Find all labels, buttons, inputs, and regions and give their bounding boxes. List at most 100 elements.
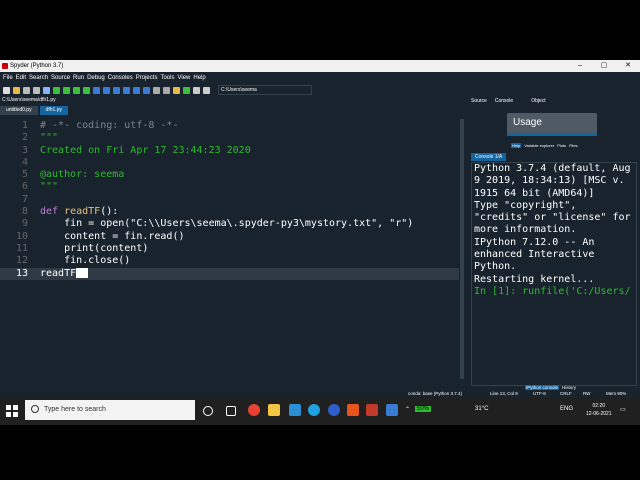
wrench-icon[interactable] xyxy=(173,86,180,94)
code-line: 7 xyxy=(21,193,28,205)
console-line: more information. xyxy=(474,224,577,236)
menu-source[interactable]: Source xyxy=(51,75,70,81)
minimize-button[interactable]: – xyxy=(568,60,592,72)
menu-projects[interactable]: Projects xyxy=(136,75,158,81)
code-line: 10 content = fin.read() xyxy=(15,230,185,242)
step-icon[interactable] xyxy=(103,86,110,94)
notification-icon[interactable]: ▭ xyxy=(620,406,626,413)
taskbar-clock[interactable]: 02:20 12-06-2021 xyxy=(586,402,612,418)
tab-variable-explorer[interactable]: Variable explorer xyxy=(524,143,554,148)
back-arrow-icon[interactable] xyxy=(193,86,200,94)
clock-date: 12-06-2021 xyxy=(586,411,612,417)
code-editor[interactable]: 1 # -*- coding: utf-8 -*- 2 """ 3 Created o… xyxy=(0,117,466,390)
save-icon[interactable] xyxy=(23,86,30,94)
open-file-icon[interactable] xyxy=(13,86,20,94)
console-tab-bar: Console 1/A xyxy=(471,153,636,161)
run-cell-advance-icon[interactable] xyxy=(73,86,80,94)
bottom-letterbox xyxy=(0,425,640,480)
code-line: 6 """ xyxy=(21,181,59,193)
text-cursor xyxy=(76,267,89,278)
status-eol: CRLF xyxy=(560,391,572,396)
print-icon[interactable] xyxy=(43,86,50,94)
tab-console-1a[interactable]: Console 1/A xyxy=(471,153,507,161)
menu-file[interactable]: File xyxy=(3,75,13,81)
close-button[interactable]: ✕ xyxy=(616,60,640,72)
menu-consoles[interactable]: Consoles xyxy=(108,75,133,81)
code-lines: 1 # -*- coding: utf-8 -*- 2 """ 3 Created o… xyxy=(0,120,460,280)
edge-icon[interactable] xyxy=(308,404,320,416)
continue-icon[interactable] xyxy=(133,86,140,94)
top-letterbox xyxy=(0,0,640,60)
menu-search[interactable]: Search xyxy=(29,75,48,81)
editor-scrollbar[interactable] xyxy=(459,117,465,390)
console-line: 1915 64 bit (AMD64)] xyxy=(474,187,595,199)
toolbar: C:\Users\seema xyxy=(0,84,640,96)
weather-temp[interactable]: 31°C xyxy=(475,406,488,412)
search-placeholder: Type here to search xyxy=(44,406,106,413)
code-line: 1 # -*- coding: utf-8 -*- xyxy=(21,120,179,131)
tab-help[interactable]: Help xyxy=(511,143,522,148)
run-icon[interactable] xyxy=(53,86,60,94)
help-panel-strip xyxy=(507,133,597,136)
menu-tools[interactable]: Tools xyxy=(160,75,174,81)
code-line: 4 xyxy=(21,156,28,168)
tray-overflow-icon[interactable]: ⌃ xyxy=(405,406,410,413)
battery-indicator[interactable]: 50% xyxy=(415,406,432,412)
windows-taskbar: Type here to search ⌃ 50% 31°C ENG 02:20… xyxy=(0,398,640,425)
help-panel: Usage xyxy=(507,113,597,135)
menu-run[interactable]: Run xyxy=(73,75,84,81)
window-title: Spyder (Python 3.7) xyxy=(10,63,64,69)
browser-icon[interactable] xyxy=(328,404,340,416)
code-line: 12 fin.close() xyxy=(15,255,131,267)
chrome-icon[interactable] xyxy=(248,404,260,416)
preferences-icon[interactable] xyxy=(163,86,170,94)
working-directory-input[interactable]: C:\Users\seema xyxy=(218,85,312,95)
language-indicator[interactable]: ENG xyxy=(560,406,573,412)
clock-time: 02:20 xyxy=(592,403,606,409)
stop-debug-icon[interactable] xyxy=(143,86,150,94)
editor-file-path: C:\Users\seema\dfh1.py xyxy=(2,97,56,103)
status-bar: conda: base (Python 3.7.4) Line 13, Col … xyxy=(0,390,640,398)
run-selection-icon[interactable] xyxy=(83,86,90,94)
step-return-icon[interactable] xyxy=(123,86,130,94)
console-line: Python. xyxy=(474,261,517,273)
maximize-button[interactable]: ▢ xyxy=(592,60,616,72)
spyder-window: Spyder (Python 3.7) – ▢ ✕ File Edit Sear… xyxy=(0,60,640,398)
run-cell-icon[interactable] xyxy=(63,86,70,94)
taskbar-search[interactable]: Type here to search xyxy=(25,400,195,420)
debug-icon[interactable] xyxy=(93,86,100,94)
python-path-icon[interactable] xyxy=(183,86,190,94)
menu-debug[interactable]: Debug xyxy=(87,75,105,81)
save-all-icon[interactable] xyxy=(33,86,40,94)
task-view-icon[interactable] xyxy=(226,406,236,416)
tab-dfh1[interactable]: dfh1.py xyxy=(39,106,68,115)
step-into-icon[interactable] xyxy=(113,86,120,94)
menu-bar: File Edit Search Source Run Debug Consol… xyxy=(0,72,640,83)
spyder-taskbar-icon[interactable] xyxy=(366,404,378,416)
console-line: "credits" or "license" for xyxy=(474,212,631,224)
tab-files[interactable]: Files xyxy=(569,143,577,148)
maximize-pane-icon[interactable] xyxy=(153,86,160,94)
status-position: Line 13, Col 9 xyxy=(490,391,518,396)
forward-arrow-icon[interactable] xyxy=(203,86,210,94)
scrollbar-thumb[interactable] xyxy=(460,119,464,379)
code-line: 9 fin = open("C:\\Users\seema\.spyder-py… xyxy=(21,218,414,230)
ipython-console[interactable]: Python 3.7.4 (default, Aug 9 2019, 18:34… xyxy=(471,162,637,386)
file-explorer-icon[interactable] xyxy=(268,404,280,416)
help-source-console[interactable]: Console xyxy=(495,98,513,104)
help-object-label: Object xyxy=(531,98,546,104)
code-line-current: 13 readTF xyxy=(0,267,460,280)
start-button[interactable] xyxy=(6,405,18,417)
tab-untitled0[interactable]: untitled0.py xyxy=(0,106,38,115)
spyder-app-icon xyxy=(2,63,8,69)
tab-plots[interactable]: Plots xyxy=(557,143,566,148)
menu-view[interactable]: View xyxy=(177,75,190,81)
photos-icon[interactable] xyxy=(386,404,398,416)
cortana-icon[interactable] xyxy=(203,406,213,416)
console-line: IPython 7.12.0 -- An xyxy=(474,236,595,248)
menu-help[interactable]: Help xyxy=(193,75,205,81)
menu-edit[interactable]: Edit xyxy=(16,75,26,81)
new-file-icon[interactable] xyxy=(3,86,10,94)
store-icon[interactable] xyxy=(289,404,301,416)
office-icon[interactable] xyxy=(347,404,359,416)
